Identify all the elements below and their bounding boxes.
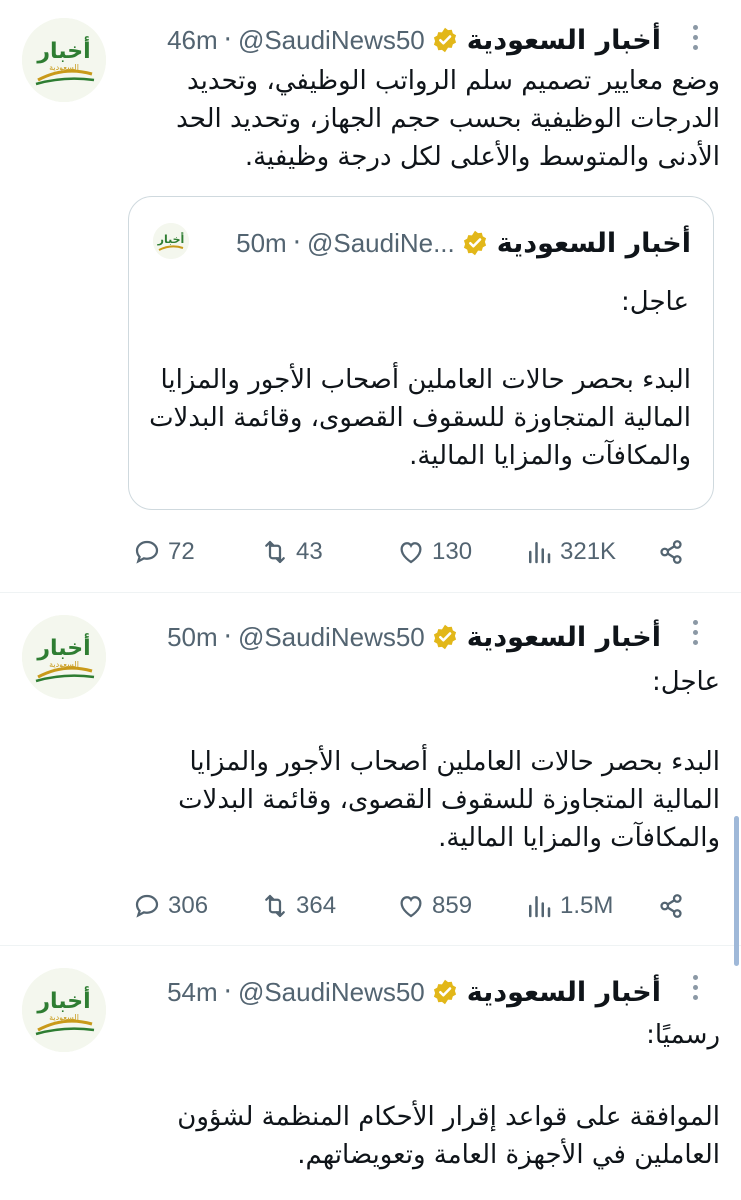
like-button[interactable]: 859 <box>396 886 472 926</box>
views-count: 321K <box>560 538 617 565</box>
separator-dot: · <box>292 228 301 258</box>
tweet-1[interactable]: أخبار السعودية 46m · @SaudiNews50 أخبار … <box>0 0 741 590</box>
news-logo-icon: أخبار السعودية <box>22 968 106 1052</box>
svg-text:أخبار: أخبار <box>36 35 90 64</box>
views-icon <box>529 542 551 564</box>
svg-text:أخبار: أخبار <box>36 632 90 661</box>
display-name[interactable]: أخبار السعودية <box>467 25 661 56</box>
like-button[interactable]: 130 <box>396 532 472 572</box>
quote-text: البدء بحصر حالات العاملين أصحاب الأجور و… <box>149 365 691 471</box>
separator-dot: · <box>223 977 232 1007</box>
tweet-text: وضع معايير تصميم سلم الرواتب الوظيفي، وت… <box>176 66 720 172</box>
display-name[interactable]: أخبار السعودية <box>467 622 661 653</box>
verified-badge-icon <box>461 229 489 257</box>
tweet-label: رسميًا: <box>646 1020 720 1050</box>
views-count: 1.5M <box>560 892 614 919</box>
reply-button[interactable]: 72 <box>132 532 195 572</box>
tweet-header: 54m · @SaudiNews50 أخبار السعودية <box>167 970 661 1014</box>
user-handle[interactable]: @SaudiNews50 <box>238 622 425 653</box>
views-button[interactable]: 321K <box>524 532 616 572</box>
retweet-count: 364 <box>296 892 337 919</box>
news-logo-icon: أخبار السعودية <box>22 615 106 699</box>
tweet-actions: 306 364 859 1.5M <box>128 886 698 926</box>
reply-count: 72 <box>168 538 195 565</box>
tweet-2[interactable]: أخبار السعودية 50m · @SaudiNews50 أخبار … <box>0 593 741 945</box>
tweet-3[interactable]: أخبار السعودية 54m · @SaudiNews50 أخبار … <box>0 946 741 1200</box>
reply-icon <box>135 540 159 564</box>
user-handle[interactable]: @SaudiNews50 <box>238 977 425 1008</box>
views-icon <box>529 896 551 918</box>
retweet-icon <box>265 540 285 564</box>
display-name[interactable]: أخبار السعودية <box>467 977 661 1008</box>
quoted-tweet[interactable]: أخبار 50m · @SaudiNe... أخبار السعودية ع… <box>128 196 714 510</box>
tweet-header: 46m · @SaudiNews50 أخبار السعودية <box>167 18 661 62</box>
like-count: 130 <box>432 538 473 565</box>
scrollbar[interactable] <box>734 816 739 966</box>
verified-badge-icon <box>431 978 459 1006</box>
user-handle[interactable]: @SaudiNews50 <box>238 25 425 56</box>
reply-icon <box>135 894 159 918</box>
timestamp: 50m <box>236 227 287 258</box>
reply-button[interactable]: 306 <box>132 886 208 926</box>
more-options-icon[interactable] <box>690 972 700 1012</box>
quote-avatar: أخبار <box>153 223 189 259</box>
retweet-button[interactable]: 364 <box>260 886 336 926</box>
tweet-header: 50m · @SaudiNews50 أخبار السعودية <box>167 615 661 659</box>
quote-header: 50m · @SaudiNe... أخبار السعودية <box>236 221 691 265</box>
more-options-icon[interactable] <box>690 22 700 62</box>
user-handle: @SaudiNe... <box>306 227 455 258</box>
news-logo-icon: أخبار السعودية <box>22 18 106 102</box>
like-count: 859 <box>432 892 473 919</box>
heart-icon <box>400 896 422 918</box>
retweet-icon <box>265 894 285 918</box>
tweet-text: الموافقة على قواعد إقرار الأحكام المنظمة… <box>177 1102 720 1170</box>
separator-dot: · <box>223 25 232 55</box>
timestamp[interactable]: 46m <box>167 25 218 56</box>
news-logo-icon: أخبار <box>153 223 189 259</box>
timestamp[interactable]: 54m <box>167 977 218 1008</box>
retweet-button[interactable]: 43 <box>260 532 323 572</box>
display-name: أخبار السعودية <box>496 227 691 259</box>
avatar[interactable]: أخبار السعودية <box>22 615 106 699</box>
quote-label: عاجل: <box>621 287 689 317</box>
heart-icon <box>400 542 422 564</box>
avatar[interactable]: أخبار السعودية <box>22 968 106 1052</box>
more-options-icon[interactable] <box>690 617 700 657</box>
retweet-count: 43 <box>296 538 323 565</box>
views-button[interactable]: 1.5M <box>524 886 613 926</box>
share-button[interactable] <box>656 886 692 926</box>
svg-text:أخبار: أخبار <box>157 232 185 246</box>
tweet-label: عاجل: <box>652 667 720 697</box>
tweet-actions: 72 43 130 321K <box>128 532 698 572</box>
timestamp[interactable]: 50m <box>167 622 218 653</box>
share-icon <box>660 540 682 564</box>
avatar[interactable]: أخبار السعودية <box>22 18 106 102</box>
share-button[interactable] <box>656 532 692 572</box>
reply-count: 306 <box>168 892 209 919</box>
verified-badge-icon <box>431 623 459 651</box>
share-icon <box>660 894 682 918</box>
svg-text:أخبار: أخبار <box>36 985 90 1014</box>
separator-dot: · <box>223 622 232 652</box>
tweet-text: البدء بحصر حالات العاملين أصحاب الأجور و… <box>178 747 720 853</box>
verified-badge-icon <box>431 26 459 54</box>
